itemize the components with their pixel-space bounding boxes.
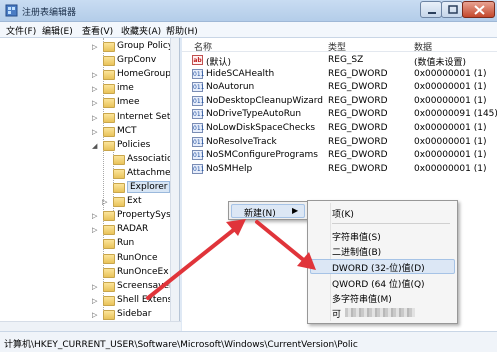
arrow-to-dword <box>255 220 316 270</box>
annotation-arrows <box>146 219 316 300</box>
arrow-to-context-menu <box>146 219 246 300</box>
